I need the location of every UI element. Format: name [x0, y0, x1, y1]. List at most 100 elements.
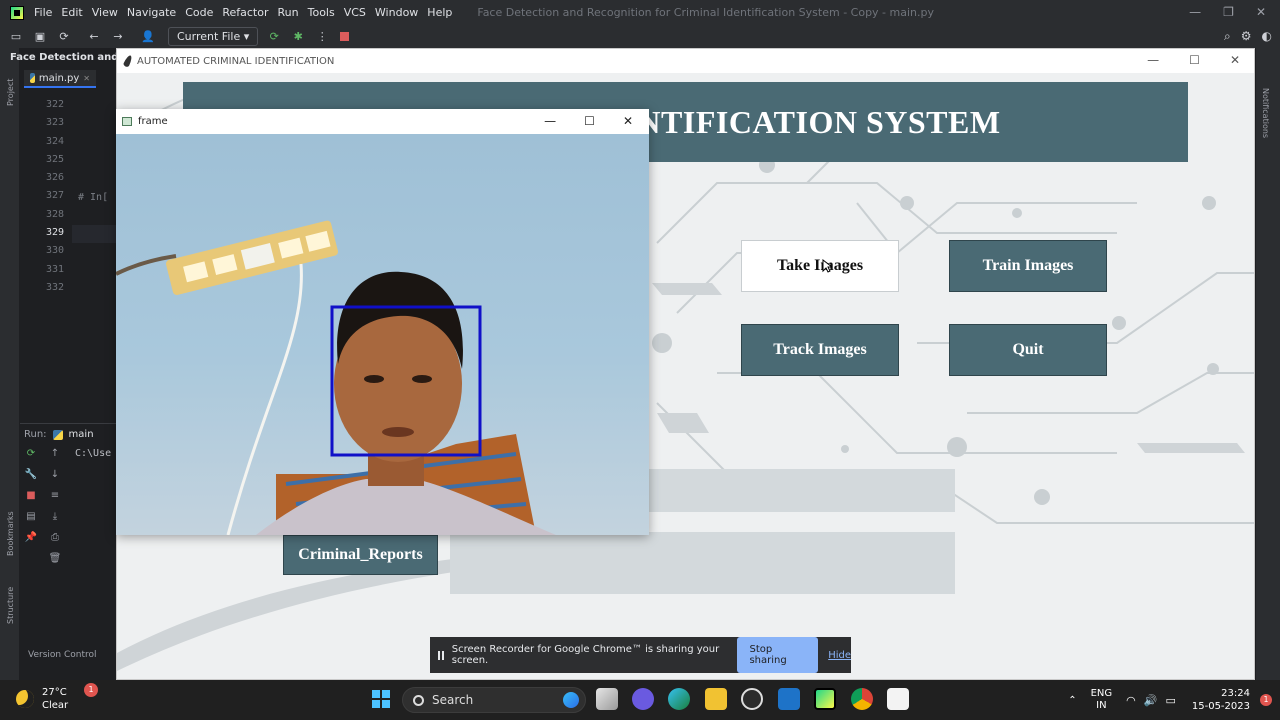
mail-icon[interactable]: [778, 688, 800, 710]
menu-code[interactable]: Code: [185, 6, 213, 19]
battery-icon: ▭: [1165, 693, 1176, 707]
info-field-bottom: [450, 532, 955, 594]
app-titlebar: AUTOMATED CRIMINAL IDENTIFICATION — ☐ ✕: [117, 49, 1254, 73]
clock[interactable]: 23:24 15-05-2023: [1192, 687, 1250, 713]
trash-icon[interactable]: 🗑: [46, 553, 64, 564]
frame-title: frame: [138, 116, 168, 127]
close-tab-icon[interactable]: ✕: [83, 74, 90, 83]
notification-badge[interactable]: 1: [1260, 694, 1272, 706]
wrench-icon[interactable]: 🔧: [22, 469, 40, 480]
editor-tab-main[interactable]: main.py ✕: [24, 70, 96, 88]
user-icon[interactable]: 👤: [140, 30, 156, 44]
minimize-icon[interactable]: —: [1147, 53, 1159, 67]
project-tool-tab[interactable]: Project: [6, 79, 15, 106]
stop-icon[interactable]: [340, 32, 350, 41]
chevron-up-icon[interactable]: ⌃: [1068, 695, 1076, 706]
rerun-icon[interactable]: ⟳: [266, 30, 282, 44]
close-icon[interactable]: ✕: [623, 114, 633, 128]
scroll-up-icon[interactable]: ↑: [46, 448, 64, 459]
structure-tool-tab[interactable]: Structure: [6, 587, 15, 624]
search-icon: [413, 694, 424, 706]
back-arrow-icon[interactable]: ←: [86, 30, 102, 44]
language-indicator[interactable]: ENG IN: [1091, 688, 1113, 712]
frame-titlebar: frame — ☐ ✕: [116, 109, 649, 134]
edge-browser-icon[interactable]: [668, 688, 690, 710]
pycharm-logo-icon[interactable]: [10, 5, 24, 20]
stop-sharing-button[interactable]: Stop sharing: [737, 637, 819, 673]
menu-edit[interactable]: Edit: [61, 6, 82, 19]
file-explorer-icon[interactable]: [705, 688, 727, 710]
print-icon[interactable]: ⎙: [46, 532, 64, 543]
take-images-button[interactable]: Take Images: [741, 240, 899, 292]
stop-icon[interactable]: ■: [22, 490, 40, 501]
pause-icon[interactable]: [438, 650, 444, 660]
track-images-label: Track Images: [773, 341, 867, 358]
restore-icon[interactable]: ❐: [1223, 5, 1234, 19]
scroll-to-end-icon[interactable]: ⤓: [46, 511, 64, 522]
plugin-icon[interactable]: ◐: [1262, 29, 1272, 44]
take-images-label: Take Images: [776, 257, 864, 274]
menu-help[interactable]: Help: [427, 6, 452, 19]
menu-run[interactable]: Run: [278, 6, 299, 19]
criminal-reports-button[interactable]: Criminal_Reports: [283, 535, 438, 575]
windows-taskbar: 27°C Clear 1 Search ⌃ ENG IN ◠ 🔊 ▭ 23:24…: [0, 680, 1280, 720]
soft-wrap-icon[interactable]: ≡: [46, 490, 64, 501]
close-icon[interactable]: ✕: [1256, 5, 1266, 19]
dell-icon[interactable]: [741, 688, 763, 710]
line-number: 331: [45, 263, 64, 275]
maximize-icon[interactable]: ☐: [1189, 53, 1200, 67]
code-comment[interactable]: # In[: [78, 192, 108, 203]
menu-vcs[interactable]: VCS: [344, 6, 366, 19]
system-tray: ⌃ ENG IN ◠ 🔊 ▭ 23:24 15-05-2023 1: [1068, 680, 1280, 720]
train-images-button[interactable]: Train Images: [949, 240, 1107, 292]
taskbar-search[interactable]: Search: [402, 687, 586, 713]
chrome-icon[interactable]: [851, 688, 873, 710]
quit-button[interactable]: Quit: [949, 324, 1107, 376]
circuit-node: [900, 196, 914, 210]
save-icon[interactable]: ▣: [32, 30, 48, 44]
menu-window[interactable]: Window: [375, 6, 418, 19]
pycharm-taskbar-icon[interactable]: [814, 688, 836, 710]
menu-tools[interactable]: Tools: [308, 6, 335, 19]
volume-icon: 🔊: [1143, 693, 1158, 707]
layout-icon[interactable]: ▤: [22, 511, 40, 522]
menu-refactor[interactable]: Refactor: [222, 6, 268, 19]
more-icon[interactable]: ⋮: [314, 30, 330, 44]
menu-view[interactable]: View: [92, 6, 118, 19]
maximize-icon[interactable]: ☐: [584, 114, 595, 128]
bing-icon[interactable]: [563, 692, 579, 708]
windows-start-icon[interactable]: [372, 690, 390, 708]
line-number: 328: [45, 208, 64, 220]
weather-text: 27°C Clear: [42, 686, 68, 712]
teams-chat-icon[interactable]: [632, 688, 654, 710]
debug-icon[interactable]: ✱: [290, 30, 306, 44]
run-panel: Run: main ⟳ 🔧 ■ ▤ 📌 ↑ ↓ ≡ ⤓ ⎙ 🗑 C:\Use: [20, 423, 120, 673]
circuit-node: [947, 437, 967, 457]
weather-widget[interactable]: 27°C Clear: [16, 686, 68, 712]
sync-icon[interactable]: ⟳: [56, 30, 72, 44]
minimize-icon[interactable]: —: [544, 114, 556, 128]
version-control-status[interactable]: Version Control: [28, 650, 97, 660]
open-folder-icon[interactable]: ▭: [8, 30, 24, 44]
forward-arrow-icon[interactable]: →: [110, 30, 126, 44]
circuit-node: [1012, 208, 1022, 218]
gear-icon[interactable]: ⚙: [1241, 29, 1252, 44]
system-icons[interactable]: ◠ 🔊 ▭: [1126, 694, 1176, 707]
hide-link[interactable]: Hide: [828, 650, 851, 661]
bookmarks-tool-tab[interactable]: Bookmarks: [6, 511, 15, 556]
notifications-tool-tab[interactable]: Notifications: [1261, 88, 1270, 138]
close-icon[interactable]: ✕: [1230, 53, 1240, 67]
notepad-icon[interactable]: [887, 688, 909, 710]
run-config-dropdown[interactable]: Current File ▾: [168, 27, 259, 46]
run-tab-main[interactable]: main: [69, 429, 94, 440]
rerun-icon[interactable]: ⟳: [22, 448, 40, 459]
track-images-button[interactable]: Track Images: [741, 324, 899, 376]
menu-navigate[interactable]: Navigate: [127, 6, 176, 19]
person-eye: [412, 375, 432, 383]
menu-file[interactable]: File: [34, 6, 52, 19]
task-view-icon[interactable]: [596, 688, 618, 710]
minimize-icon[interactable]: —: [1189, 5, 1201, 19]
pin-icon[interactable]: 📌: [22, 532, 40, 543]
search-icon[interactable]: ⌕: [1224, 29, 1231, 44]
scroll-down-icon[interactable]: ↓: [46, 469, 64, 480]
